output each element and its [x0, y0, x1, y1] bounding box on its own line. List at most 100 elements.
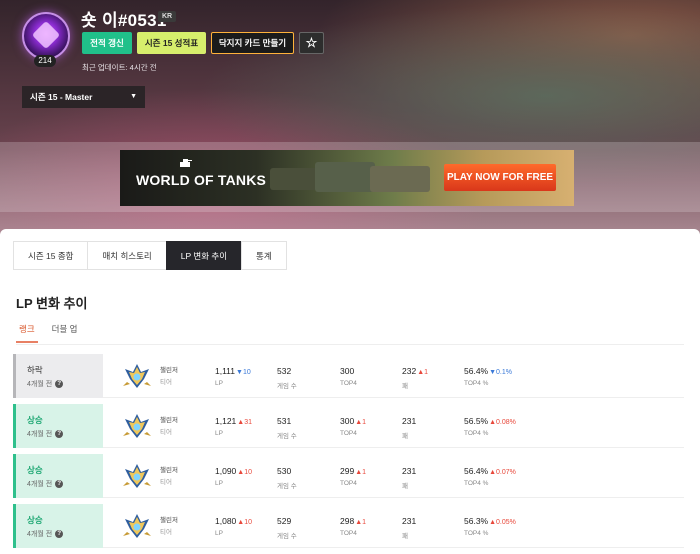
top4-caption: TOP4 [340, 430, 357, 437]
subtab-double-up[interactable]: 더블 업 [52, 323, 78, 343]
losses-caption: 패 [402, 433, 408, 440]
top4-number: 299 [340, 466, 355, 476]
tier-name: 챌린저 [160, 417, 178, 424]
lp-caption: LP [215, 430, 223, 437]
tank-image [315, 162, 375, 192]
top4-pct-number: 56.5% [464, 416, 489, 426]
time-text: 4개월 전 [27, 531, 53, 538]
question-icon[interactable]: ? [55, 380, 64, 389]
avatar-gem-icon [31, 20, 61, 50]
tab-match-history[interactable]: 매치 히스토리 [87, 241, 167, 270]
tab-season-summary[interactable]: 시즌 15 종합 [13, 241, 89, 270]
losses-value: 231 [402, 416, 416, 426]
lp-caption: LP [215, 380, 223, 387]
lp-history-row: 상승 4개월 전? 챌린저 티어 1,080▲10 LP 529 게임 수 29… [13, 504, 684, 548]
games-caption: 게임 수 [277, 433, 297, 440]
games-caption: 게임 수 [277, 483, 297, 490]
change-indicator: ▲0.05% [489, 519, 516, 526]
lp-history-row: 상승 4개월 전? 챌린저 티어 1,121▲31 LP 531 게임 수 30… [13, 404, 684, 448]
lp-caption: LP [215, 480, 223, 487]
change-indicator: ▲31 [237, 419, 252, 426]
change-indicator: ▲1 [355, 469, 367, 476]
top4-caption: TOP4 [340, 480, 357, 487]
top4-value: 300 [340, 366, 354, 376]
lp-value: 1,090▲10 [215, 466, 252, 476]
ad-banner[interactable]: WORLD OF TANKS PLAY NOW FOR FREE [120, 150, 574, 206]
games-value: 532 [277, 366, 292, 376]
lp-number: 1,111 [215, 366, 236, 376]
tier-caption: 티어 [160, 479, 172, 486]
status-time: 4개월 전? [27, 529, 64, 539]
top4-pct-caption: TOP4 % [464, 480, 489, 487]
row-status-cell: 상승 4개월 전? [13, 404, 103, 448]
lp-number: 1,080 [215, 516, 237, 526]
lp-number: 1,090 [215, 466, 237, 476]
status-label: 상승 [27, 515, 43, 525]
question-icon[interactable]: ? [55, 480, 64, 489]
subtab-bar: 랭크 더블 업 [16, 323, 91, 343]
top4-value: 300▲1 [340, 416, 366, 426]
status-label: 상승 [27, 415, 43, 425]
season-select[interactable]: 시즌 15 - Master ▼ [22, 86, 145, 108]
change-indicator: ▲1 [355, 519, 367, 526]
season-report-button[interactable]: 시즌 15 성적표 [137, 32, 206, 54]
top4-number: 300 [340, 416, 355, 426]
profile-avatar [22, 12, 70, 60]
time-text: 4개월 전 [27, 431, 53, 438]
make-card-button[interactable]: 닥지지 카드 만들기 [211, 32, 294, 54]
lp-history-row: 상승 4개월 전? 챌린저 티어 1,090▲10 LP 530 게임 수 29… [13, 454, 684, 498]
losses-caption: 패 [402, 533, 408, 540]
losses-value: 231 [402, 516, 416, 526]
subtab-rank[interactable]: 랭크 [16, 323, 38, 343]
losses-number: 231 [402, 516, 417, 526]
renew-button[interactable]: 전적 갱신 [82, 32, 132, 54]
tab-lp-trend[interactable]: LP 변화 추이 [165, 241, 243, 270]
losses-caption: 패 [402, 383, 408, 390]
change-indicator: ▲1 [355, 419, 367, 426]
summoner-name: 숏 이#0531 [81, 11, 167, 30]
tier-name: 챌린저 [160, 367, 178, 374]
top4-pct-number: 56.4% [464, 366, 489, 376]
top4-value: 298▲1 [340, 516, 366, 526]
change-indicator: ▲1 [417, 369, 429, 376]
status-time: 4개월 전? [27, 479, 64, 489]
season-select-value: 시즌 15 - Master [30, 92, 93, 102]
top4-number: 300 [340, 366, 355, 376]
tier-caption: 티어 [160, 379, 172, 386]
lp-number: 1,121 [215, 416, 237, 426]
top4-pct-caption: TOP4 % [464, 530, 489, 537]
status-label: 상승 [27, 465, 43, 475]
row-status-cell: 하락 4개월 전? [13, 354, 103, 398]
change-indicator: ▼0.1% [489, 369, 512, 376]
question-icon[interactable]: ? [55, 430, 64, 439]
row-status-cell: 상승 4개월 전? [13, 504, 103, 548]
change-indicator: ▲0.07% [489, 469, 516, 476]
tier-name: 챌린저 [160, 467, 178, 474]
tab-stats[interactable]: 통계 [241, 241, 287, 270]
top4-caption: TOP4 [340, 530, 357, 537]
top4-pct-value: 56.5%▲0.08% [464, 416, 516, 426]
top4-caption: TOP4 [340, 380, 357, 387]
favorite-star-icon[interactable]: ☆ [299, 32, 324, 54]
lp-caption: LP [215, 530, 223, 537]
challenger-emblem-icon [121, 410, 153, 442]
section-title: LP 변화 추이 [16, 296, 88, 311]
losses-value: 231 [402, 466, 416, 476]
row-status-cell: 상승 4개월 전? [13, 454, 103, 498]
top4-number: 298 [340, 516, 355, 526]
top4-pct-caption: TOP4 % [464, 430, 489, 437]
challenger-emblem-icon [121, 510, 153, 542]
tab-bar: 시즌 15 종합 매치 히스토리 LP 변화 추이 통계 [13, 241, 287, 270]
ad-play-button[interactable]: PLAY NOW FOR FREE [444, 164, 556, 191]
top4-value: 299▲1 [340, 466, 366, 476]
losses-number: 231 [402, 466, 417, 476]
lp-value: 1,111▼10 [215, 366, 251, 376]
top4-pct-value: 56.3%▲0.05% [464, 516, 516, 526]
status-time: 4개월 전? [27, 379, 64, 389]
games-value: 531 [277, 416, 292, 426]
top4-pct-number: 56.3% [464, 516, 489, 526]
lp-value: 1,121▲31 [215, 416, 252, 426]
losses-caption: 패 [402, 483, 408, 490]
question-icon[interactable]: ? [55, 530, 64, 539]
tier-name: 챌린저 [160, 517, 178, 524]
